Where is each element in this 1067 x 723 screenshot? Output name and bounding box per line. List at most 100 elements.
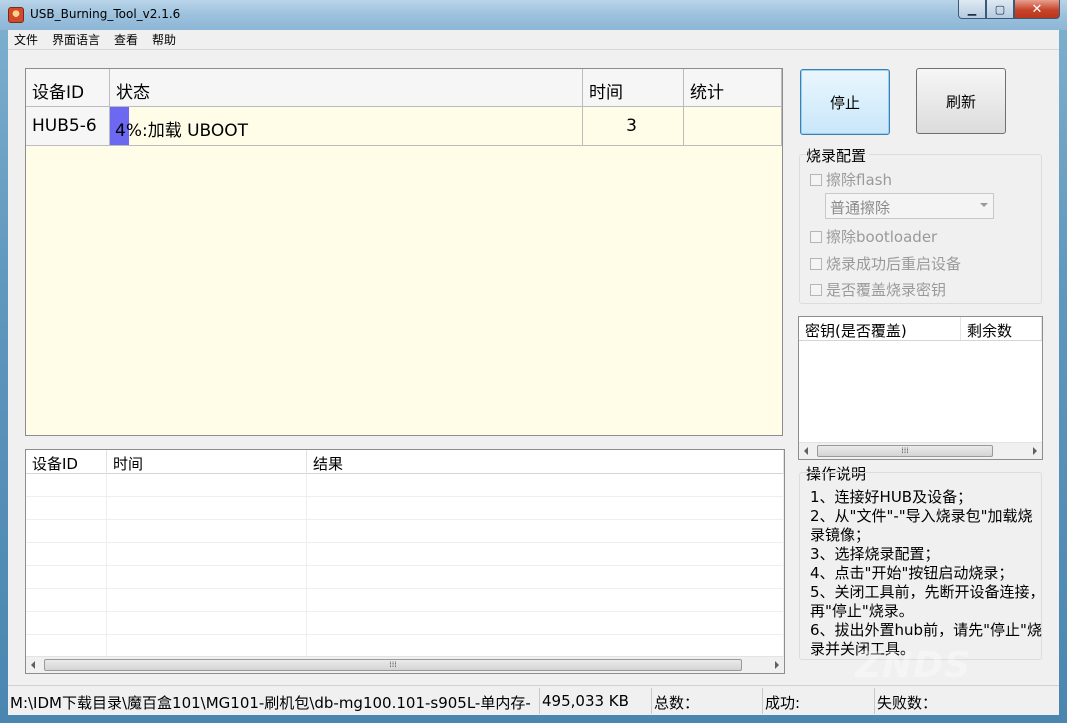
scroll-left-icon[interactable] bbox=[31, 661, 35, 669]
log-cell bbox=[307, 520, 784, 543]
burn-config-title: 烧录配置 bbox=[806, 145, 870, 166]
checkbox-icon bbox=[810, 283, 822, 296]
log-row[interactable] bbox=[26, 497, 784, 520]
checkbox-icon bbox=[810, 257, 822, 270]
scroll-left-icon[interactable] bbox=[804, 447, 808, 455]
erase-bootloader-label: 擦除bootloader bbox=[826, 228, 938, 246]
scroll-right-icon[interactable] bbox=[775, 661, 779, 669]
device-row[interactable]: HUB5-6 4%:加载 UBOOT 3 bbox=[26, 107, 782, 146]
reboot-after-checkbox[interactable]: 烧录成功后重启设备 bbox=[810, 253, 961, 274]
log-grid-scrollbar[interactable]: ⁞⁞⁞ bbox=[26, 656, 784, 673]
chevron-down-icon bbox=[980, 203, 988, 207]
menu-language[interactable]: 界面语言 bbox=[52, 31, 100, 48]
log-cell bbox=[307, 474, 784, 497]
menu-file[interactable]: 文件 bbox=[14, 31, 38, 48]
log-cell bbox=[26, 566, 107, 589]
stop-button[interactable]: 停止 bbox=[800, 69, 890, 135]
device-grid: 设备ID 状态 时间 统计 HUB5-6 4%:加载 UBOOT 3 bbox=[25, 68, 783, 436]
log-cell bbox=[307, 497, 784, 520]
window-title: USB_Burning_Tool_v2.1.6 bbox=[30, 7, 181, 21]
header-status[interactable]: 状态 bbox=[110, 69, 583, 107]
key-list[interactable]: 密钥(是否覆盖) 剩余数 ⁞⁞⁞ bbox=[798, 316, 1043, 460]
log-row[interactable] bbox=[26, 635, 784, 658]
log-cell bbox=[107, 543, 307, 566]
status-fail: 失败数： bbox=[877, 693, 938, 712]
scroll-thumb[interactable]: ⁞⁞⁞ bbox=[817, 445, 993, 457]
checkbox-icon bbox=[810, 173, 822, 186]
header-log-result[interactable]: 结果 bbox=[307, 450, 784, 474]
log-row[interactable] bbox=[26, 589, 784, 612]
log-row[interactable] bbox=[26, 543, 784, 566]
log-row[interactable] bbox=[26, 520, 784, 543]
log-grid-header: 设备ID 时间 结果 bbox=[26, 450, 784, 474]
log-rows bbox=[26, 474, 784, 658]
title-bar: USB_Burning_Tool_v2.1.6 ▁ ▢ ✕ bbox=[0, 0, 1067, 30]
log-cell bbox=[107, 566, 307, 589]
log-cell bbox=[26, 635, 107, 658]
checkbox-icon bbox=[810, 230, 822, 243]
header-log-time[interactable]: 时间 bbox=[107, 450, 307, 474]
status-success: 成功: bbox=[763, 687, 875, 714]
log-cell bbox=[26, 612, 107, 635]
log-row[interactable] bbox=[26, 474, 784, 497]
device-id-cell: HUB5-6 bbox=[26, 107, 110, 145]
log-cell bbox=[307, 543, 784, 566]
header-key[interactable]: 密钥(是否覆盖) bbox=[799, 317, 961, 340]
log-grid[interactable]: 设备ID 时间 结果 ⁞⁞⁞ bbox=[25, 449, 785, 674]
key-list-header: 密钥(是否覆盖) 剩余数 bbox=[799, 317, 1042, 341]
erase-flash-label: 擦除flash bbox=[826, 171, 892, 189]
reboot-after-label: 烧录成功后重启设备 bbox=[826, 255, 962, 273]
header-time[interactable]: 时间 bbox=[583, 69, 684, 107]
status-cell: 4%:加载 UBOOT bbox=[110, 107, 583, 145]
device-grid-header: 设备ID 状态 时间 统计 bbox=[26, 69, 782, 107]
log-cell bbox=[307, 566, 784, 589]
app-icon bbox=[8, 7, 24, 23]
log-cell bbox=[107, 497, 307, 520]
header-remaining[interactable]: 剩余数 bbox=[961, 317, 1042, 340]
log-cell bbox=[307, 635, 784, 658]
log-cell bbox=[307, 612, 784, 635]
window-controls: ▁ ▢ ✕ bbox=[958, 0, 1060, 20]
erase-mode-value: 普通擦除 bbox=[830, 199, 891, 217]
refresh-button[interactable]: 刷新 bbox=[916, 68, 1006, 134]
log-row[interactable] bbox=[26, 612, 784, 635]
log-cell bbox=[26, 474, 107, 497]
erase-mode-select[interactable]: 普通擦除 bbox=[825, 193, 994, 219]
menu-view[interactable]: 查看 bbox=[114, 31, 138, 48]
log-cell bbox=[26, 543, 107, 566]
status-path: M:\IDM下载目录\魔百盒101\MG101-刷机包\db-mg100.101… bbox=[8, 687, 540, 714]
log-cell bbox=[26, 589, 107, 612]
key-list-scrollbar[interactable]: ⁞⁞⁞ bbox=[799, 442, 1042, 459]
log-cell bbox=[307, 589, 784, 612]
status-bar: M:\IDM下载目录\魔百盒101\MG101-刷机包\db-mg100.101… bbox=[8, 685, 1059, 715]
watermark-logo: ZNDS bbox=[855, 645, 972, 686]
instructions-text: 1、连接好HUB及设备； 2、从"文件"-"导入烧录包"加载烧录镜像； 3、选择… bbox=[810, 488, 1045, 658]
overwrite-key-checkbox[interactable]: 是否覆盖烧录密钥 bbox=[810, 279, 946, 300]
header-device-id[interactable]: 设备ID bbox=[26, 69, 110, 107]
scroll-thumb[interactable]: ⁞⁞⁞ bbox=[44, 659, 742, 671]
log-cell bbox=[107, 612, 307, 635]
status-total: 总数： bbox=[652, 687, 763, 714]
maximize-button[interactable]: ▢ bbox=[986, 0, 1014, 19]
log-cell bbox=[107, 635, 307, 658]
menu-bar: 文件 界面语言 查看 帮助 bbox=[8, 30, 1059, 50]
log-cell bbox=[107, 589, 307, 612]
minimize-button[interactable]: ▁ bbox=[958, 0, 986, 19]
scroll-right-icon[interactable] bbox=[1033, 447, 1037, 455]
time-cell: 3 bbox=[583, 107, 684, 145]
close-button[interactable]: ✕ bbox=[1014, 0, 1060, 19]
log-cell bbox=[107, 520, 307, 543]
log-cell bbox=[26, 520, 107, 543]
log-cell bbox=[107, 474, 307, 497]
client-area: 文件 界面语言 查看 帮助 设备ID 状态 时间 统计 HUB5-6 4%:加载… bbox=[8, 30, 1059, 715]
header-log-device-id[interactable]: 设备ID bbox=[26, 450, 107, 474]
erase-flash-checkbox[interactable]: 擦除flash bbox=[810, 169, 892, 190]
log-row[interactable] bbox=[26, 566, 784, 589]
status-size: 495,033 KB bbox=[540, 687, 652, 714]
log-cell bbox=[26, 497, 107, 520]
header-stat[interactable]: 统计 bbox=[684, 69, 782, 107]
overwrite-key-label: 是否覆盖烧录密钥 bbox=[826, 281, 947, 299]
menu-help[interactable]: 帮助 bbox=[152, 31, 176, 48]
status-text: 4%:加载 UBOOT bbox=[115, 121, 249, 141]
erase-bootloader-checkbox[interactable]: 擦除bootloader bbox=[810, 226, 937, 247]
